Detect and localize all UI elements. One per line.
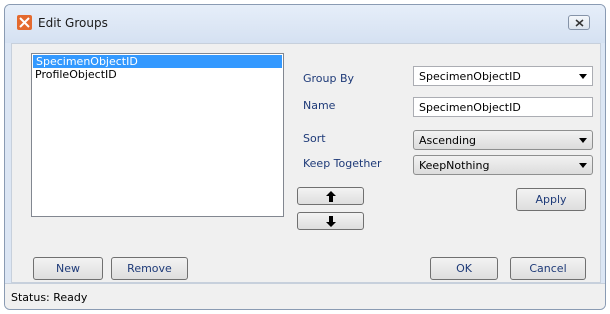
- close-button[interactable]: [568, 15, 590, 30]
- group-by-select[interactable]: SpecimenObjectID: [413, 66, 593, 86]
- list-item[interactable]: SpecimenObjectID: [33, 55, 282, 68]
- app-logo-icon: [17, 15, 32, 30]
- name-field[interactable]: SpecimenObjectID: [413, 97, 593, 117]
- close-icon: [575, 18, 583, 27]
- move-up-button[interactable]: [297, 187, 364, 205]
- sort-select[interactable]: Ascending: [413, 130, 593, 150]
- remove-button[interactable]: Remove: [111, 257, 188, 280]
- edit-groups-window: Edit Groups SpecimenObjectID ProfileObje…: [4, 4, 606, 310]
- apply-button[interactable]: Apply: [516, 188, 586, 211]
- title-bar: Edit Groups: [5, 5, 605, 43]
- keep-together-label: Keep Together: [303, 157, 382, 170]
- move-down-button[interactable]: [297, 212, 364, 230]
- new-button[interactable]: New: [33, 257, 103, 280]
- chevron-down-icon: [579, 163, 587, 168]
- arrow-down-icon: [325, 215, 336, 227]
- window-title: Edit Groups: [38, 16, 108, 30]
- group-by-label: Group By: [303, 72, 355, 85]
- arrow-up-icon: [325, 190, 336, 202]
- name-value: SpecimenObjectID: [419, 101, 521, 114]
- chevron-down-icon: [579, 74, 587, 79]
- ok-button[interactable]: OK: [430, 257, 498, 280]
- main-panel: SpecimenObjectID ProfileObjectID Group B…: [11, 43, 601, 283]
- status-bar: Status: Ready: [5, 283, 605, 309]
- sort-label: Sort: [303, 132, 326, 145]
- group-by-value: SpecimenObjectID: [419, 70, 521, 83]
- list-item[interactable]: ProfileObjectID: [32, 68, 283, 81]
- sort-value: Ascending: [419, 134, 477, 147]
- chevron-down-icon: [579, 138, 587, 143]
- status-text: Status: Ready: [11, 291, 88, 304]
- groups-list[interactable]: SpecimenObjectID ProfileObjectID: [31, 53, 284, 217]
- name-label: Name: [303, 99, 336, 112]
- cancel-button[interactable]: Cancel: [510, 257, 586, 280]
- keep-together-select[interactable]: KeepNothing: [413, 155, 593, 175]
- keep-together-value: KeepNothing: [419, 159, 490, 172]
